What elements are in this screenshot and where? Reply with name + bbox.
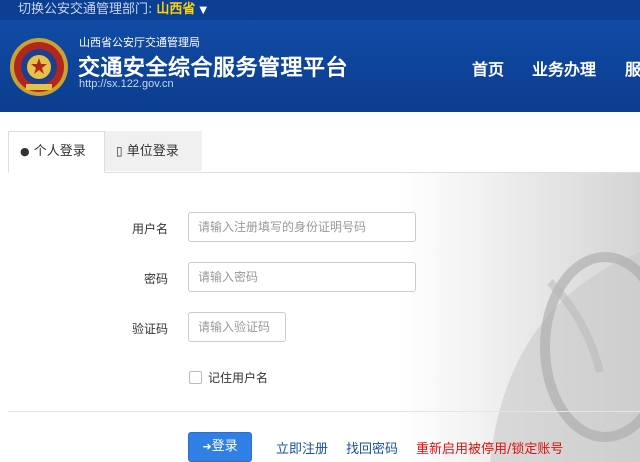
captcha-label: 验证码 <box>131 322 168 336</box>
department-switch-label: 切换公安交通管理部门: <box>18 2 153 17</box>
login-button-label: 登录 <box>211 439 238 454</box>
department-switcher[interactable]: 切换公安交通管理部门: 山西省 ▼ <box>18 0 207 21</box>
password-input[interactable]: 请输入密码 <box>188 262 416 292</box>
register-link[interactable]: 立即注册 <box>276 438 328 457</box>
divider <box>8 411 640 412</box>
username-input[interactable]: 请输入注册填写的身份证明号码 <box>188 212 416 242</box>
user-icon: ● <box>20 145 30 158</box>
document-icon: ▯ <box>116 144 123 158</box>
login-tabs: ▯ 单位登录 ● 个人登录 <box>8 131 640 173</box>
nav-business[interactable]: 业务办理 <box>532 56 596 80</box>
login-button[interactable]: ➜登录 <box>188 432 252 462</box>
car-interior-background <box>400 172 640 462</box>
reactivate-account-link[interactable]: 重新启用被停用/锁定账号 <box>416 438 563 457</box>
captcha-input[interactable]: 请输入验证码 <box>188 312 286 342</box>
remember-checkbox[interactable] <box>189 371 202 384</box>
tab-personal-login-label: 个人登录 <box>33 144 86 159</box>
remember-label[interactable]: 记住用户名 <box>208 369 268 386</box>
site-url: http://sx.122.gov.cn <box>79 78 174 90</box>
police-emblem-icon <box>10 38 68 96</box>
recover-password-link[interactable]: 找回密码 <box>346 438 398 457</box>
username-label: 用户名 <box>131 222 168 236</box>
tab-unit-login[interactable]: ▯ 单位登录 <box>105 131 202 171</box>
password-label: 密码 <box>143 272 168 286</box>
tab-personal-login[interactable]: ● 个人登录 <box>8 131 105 173</box>
login-arrow-icon: ➜ <box>202 440 212 453</box>
caret-down-icon[interactable]: ▼ <box>199 5 207 16</box>
top-bar: 切换公安交通管理部门: 山西省 ▼ <box>0 0 640 20</box>
nav-home[interactable]: 首页 <box>472 56 504 80</box>
org-name: 山西省公安厅交通管理局 <box>79 36 200 49</box>
province-select[interactable]: 山西省 <box>156 2 195 17</box>
site-header: 山西省公安厅交通管理局 交通安全综合服务管理平台 http://sx.122.g… <box>0 20 640 112</box>
nav-service[interactable]: 服 <box>625 56 640 80</box>
tab-unit-login-label: 单位登录 <box>126 144 179 159</box>
